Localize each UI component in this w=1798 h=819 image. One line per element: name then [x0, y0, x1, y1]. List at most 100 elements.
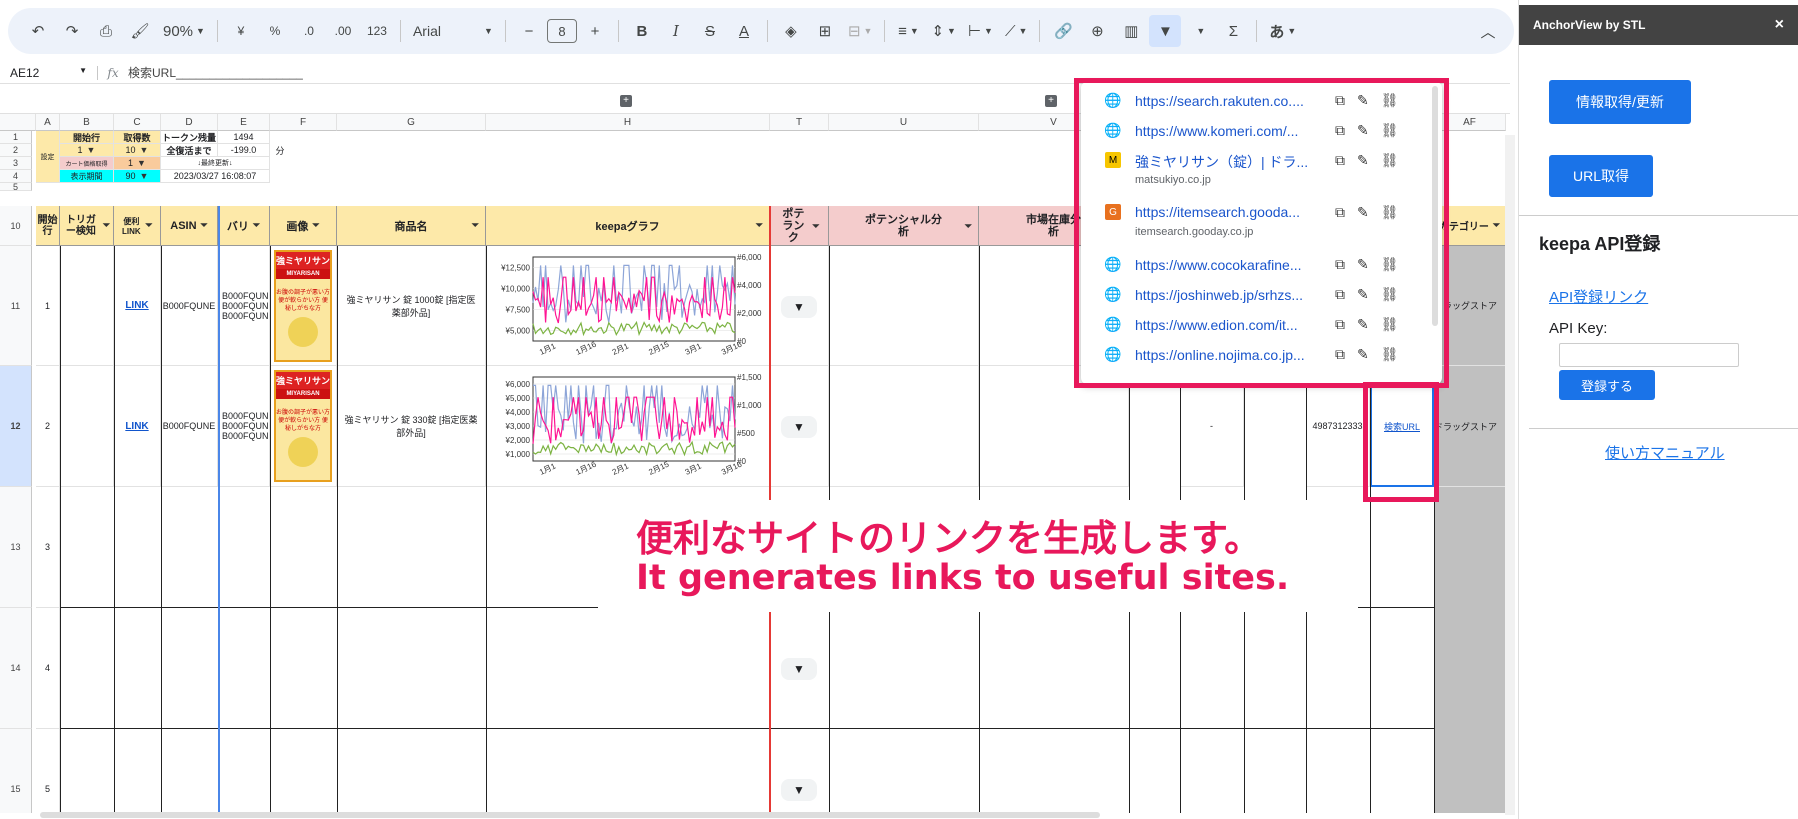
header-pote-rank[interactable]: ポテランク ⏷ [770, 206, 829, 246]
row-header[interactable]: 13 [0, 487, 32, 608]
link-cell[interactable]: LINK [114, 366, 161, 487]
column-header-u[interactable]: U [829, 114, 979, 131]
header-asin[interactable]: ASIN ⏷ [161, 206, 218, 246]
potential-cell[interactable] [829, 246, 979, 366]
header-potential[interactable]: ポテンシャル分析 ⏷ [829, 206, 979, 246]
expand-group-icon[interactable]: + [1045, 95, 1057, 107]
row-header[interactable]: 11 [0, 246, 32, 366]
column-header-c[interactable]: C [114, 114, 161, 131]
filter-icon[interactable]: ⏷ [312, 220, 319, 231]
collapse-toolbar-icon[interactable]: ︿ [1472, 15, 1504, 47]
header-trigger[interactable]: トリガー検知 ⏷ [60, 206, 114, 246]
text-color-button[interactable]: A [728, 15, 760, 47]
display-period-select[interactable]: 90 ▼ [114, 170, 161, 183]
register-button[interactable]: 登録する [1559, 370, 1655, 400]
token-value[interactable]: 1494 [218, 131, 270, 144]
input-tools-button[interactable]: あ ▼ [1264, 15, 1301, 47]
decrease-decimal-button[interactable]: .0 [293, 15, 325, 47]
horizontal-scrollbar[interactable] [40, 812, 1100, 818]
recovery-value[interactable]: -199.0 [218, 144, 270, 157]
number-format-button[interactable]: 123 [361, 15, 393, 47]
print-icon[interactable]: ⎙ [90, 15, 122, 47]
row-header[interactable]: 14 [0, 608, 32, 729]
filter-icon[interactable]: ▼ [1149, 15, 1182, 47]
italic-button[interactable]: I [660, 15, 692, 47]
currency-button[interactable]: ¥ [225, 15, 257, 47]
row-header[interactable]: 10 [0, 206, 32, 246]
column-header-f[interactable]: F [270, 114, 337, 131]
header-product[interactable]: 商品名 ⏷ [337, 206, 486, 246]
align-left-icon[interactable]: ≡ ▼ [892, 15, 924, 47]
close-icon[interactable]: × [1775, 16, 1784, 34]
column-header-a[interactable]: A [36, 114, 60, 131]
percent-button[interactable]: % [259, 15, 291, 47]
row-header[interactable]: 2 [0, 144, 32, 157]
filter-icon[interactable]: ⏷ [812, 220, 819, 232]
header-image[interactable]: 画像 ⏷ [270, 206, 337, 246]
vertical-align-icon[interactable]: ⇕ ▼ [926, 15, 961, 47]
vari-cell[interactable]: B000FQUN B000FQUN B000FQUN [218, 246, 270, 366]
get-url-button[interactable]: URL取得 [1549, 155, 1653, 197]
trigger-cell[interactable] [60, 246, 114, 366]
column-header-g[interactable]: G [337, 114, 486, 131]
row-header[interactable]: 15 [0, 729, 32, 813]
redo-icon[interactable]: ↷ [56, 15, 88, 47]
pote-rank-dropdown[interactable]: ▼ [781, 296, 817, 318]
merge-cells-icon[interactable]: ⊟ ▼ [843, 15, 878, 47]
api-register-link[interactable]: API登録リンク [1549, 286, 1648, 307]
pote-rank-dropdown[interactable]: ▼ [781, 658, 817, 680]
column-header-d[interactable]: D [161, 114, 218, 131]
insert-chart-icon[interactable]: ▥ [1115, 15, 1147, 47]
pote-rank-dropdown[interactable]: ▼ [781, 779, 817, 801]
formula-input[interactable]: 検索URL___________________ [128, 64, 303, 81]
filter-icon[interactable]: ⏷ [253, 220, 260, 231]
insert-link-icon[interactable]: 🔗 [1047, 15, 1079, 47]
column-header-t[interactable]: T [770, 114, 829, 131]
api-key-input[interactable] [1559, 343, 1739, 367]
font-size-input[interactable]: 8 [546, 19, 577, 43]
filter-icon[interactable]: ⏷ [756, 220, 763, 231]
row-header[interactable]: 3 [0, 157, 32, 170]
trigger-cell[interactable] [60, 366, 114, 487]
row-header-selected[interactable]: 12 [0, 366, 32, 487]
header-keepa[interactable]: keepaグラフ ⏷ [486, 206, 770, 246]
increase-decimal-button[interactable]: .00 [327, 15, 359, 47]
text-wrap-icon[interactable]: ⊢ ▼ [963, 15, 998, 47]
refresh-info-button[interactable]: 情報取得/更新 [1549, 80, 1691, 124]
undo-icon[interactable]: ↶ [22, 15, 54, 47]
potential-cell[interactable] [829, 366, 979, 487]
filter-icon[interactable]: ⏷ [1493, 220, 1500, 231]
filter-icon[interactable]: ⏷ [965, 220, 972, 232]
filter-icon[interactable]: ⏷ [201, 220, 208, 231]
row-header[interactable]: 5 [0, 182, 32, 192]
column-header-e[interactable]: E [218, 114, 270, 131]
zoom-select[interactable]: 90% ▼ [158, 15, 210, 47]
corner-cell[interactable] [0, 114, 36, 131]
bold-button[interactable]: B [626, 15, 658, 47]
filter-icon[interactable]: ⏷ [145, 220, 152, 231]
borders-icon[interactable]: ⊞ [809, 15, 841, 47]
header-vari[interactable]: バリ ⏷ [218, 206, 270, 246]
manual-link[interactable]: 使い方マニュアル [1605, 442, 1725, 463]
pote-rank-dropdown[interactable]: ▼ [781, 416, 817, 438]
fill-color-icon[interactable]: ◈ [775, 15, 807, 47]
expand-group-icon[interactable]: + [620, 95, 632, 107]
strikethrough-button[interactable]: S [694, 15, 726, 47]
text-rotation-icon[interactable]: ⟋ ▼ [1000, 15, 1032, 47]
paint-format-icon[interactable]: 🖌 [124, 15, 156, 47]
filter-icon[interactable]: ⏷ [472, 220, 479, 231]
header-link[interactable]: 便利LINK ⏷ [114, 206, 161, 246]
fetch-count-select[interactable]: 10 ▼ [114, 144, 161, 157]
vertical-scrollbar[interactable] [1505, 135, 1515, 815]
row-header[interactable]: 1 [0, 131, 32, 144]
vari-cell[interactable]: B000FQUN B000FQUN B000FQUN [218, 366, 270, 487]
insert-comment-icon[interactable]: ⊕ [1081, 15, 1113, 47]
font-select[interactable]: Arial ▼ [408, 15, 498, 47]
product-name-cell[interactable]: 強ミヤリサン 錠 1000錠 [指定医薬部外品] [337, 246, 486, 366]
font-size-decrease-icon[interactable]: − [513, 15, 545, 47]
asin-cell[interactable]: B000FQUNE [161, 246, 218, 366]
functions-button[interactable]: Σ [1217, 15, 1249, 47]
link-cell[interactable]: LINK [114, 246, 161, 366]
cart-price-select[interactable]: 1 ▼ [114, 157, 161, 170]
product-name-cell[interactable]: 強ミヤリサン 錠 330錠 [指定医薬部外品] [337, 366, 486, 487]
